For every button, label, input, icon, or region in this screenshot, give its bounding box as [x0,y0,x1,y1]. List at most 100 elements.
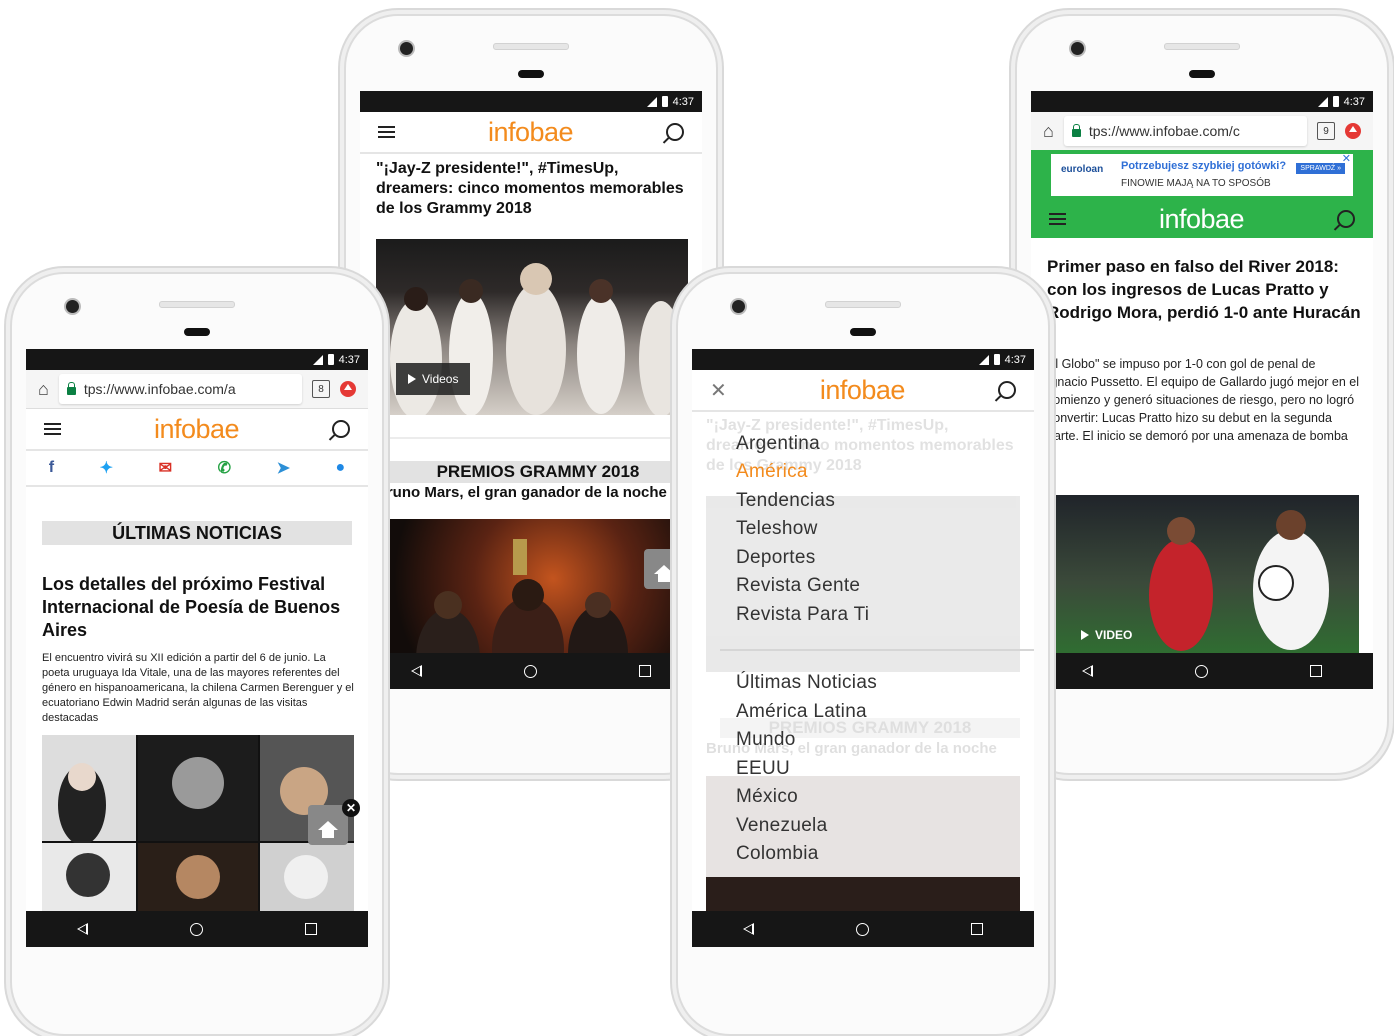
ad-brand: euroloan [1061,164,1104,175]
recents-icon[interactable] [305,923,317,935]
facebook-icon[interactable]: f [49,459,54,477]
home-icon[interactable]: ⌂ [1043,121,1054,142]
site-header: infobae [1031,200,1373,238]
menu-item-america-latina[interactable]: América Latina [736,701,867,723]
search-icon[interactable] [1337,210,1355,228]
recents-icon[interactable] [639,665,651,677]
infobae-logo[interactable]: infobae [154,414,240,445]
android-nav-bar [26,911,368,947]
banner-ad[interactable]: euroloan Potrzebujesz szybkiej gotówki? … [1031,150,1373,200]
home-icon[interactable]: ⌂ [38,379,49,400]
signal-icon [1317,96,1328,107]
video-badge-label: Videos [422,372,459,386]
tab-count-button[interactable]: 8 [312,380,330,398]
front-camera [400,42,413,55]
recents-icon[interactable] [971,923,983,935]
url-field[interactable]: tps://www.infobae.com/c [1063,116,1307,146]
article-body: El Globo" se impuso por 1-0 con gol de p… [1047,357,1359,443]
battery-icon [1332,96,1339,107]
android-nav-bar [1031,653,1373,689]
front-camera [66,300,79,313]
messenger-icon[interactable]: ● [336,459,346,477]
back-icon[interactable] [411,665,422,677]
clock: 4:37 [338,353,360,366]
home-icon [654,564,674,582]
menu-item-mundo[interactable]: Mundo [736,729,796,751]
mail-icon[interactable]: ✉ [159,458,172,478]
ad-card[interactable]: euroloan Potrzebujesz szybkiej gotówki? … [1051,152,1353,196]
hamburger-menu-icon[interactable] [1049,213,1066,225]
signal-icon [646,96,657,107]
ad-line2: FINOWIE MAJĄ NA TO SPOSÓB [1121,178,1271,189]
back-icon[interactable] [1082,665,1093,677]
phone-1-screen: 4:37 ⌂ tps://www.infobae.com/a 8 infobae… [26,349,368,947]
ad-cta[interactable]: SPRAWDŹ » [1296,163,1345,174]
phone-mockup-2: 4:37 infobae "¡Jay-Z presidente!", #Time… [344,14,718,775]
menu-item-argentina[interactable]: Argentina [736,433,820,455]
battery-icon [993,354,1000,365]
article-body: El encuentro vivirá su XII edición a par… [42,652,354,724]
infobae-logo[interactable]: infobae [820,375,906,406]
play-icon [1081,630,1089,640]
back-icon[interactable] [77,923,88,935]
lock-icon [66,381,76,395]
browser-url-bar: ⌂ tps://www.infobae.com/c 9 [1031,112,1373,151]
menu-item-teleshow[interactable]: Teleshow [736,518,818,540]
browser-menu-icon[interactable] [340,381,356,397]
home-circle-icon[interactable] [856,922,869,936]
infobae-logo[interactable]: infobae [488,117,574,148]
home-circle-icon[interactable] [1195,664,1208,678]
speaker-grill [825,301,901,308]
search-icon[interactable] [666,123,684,141]
menu-item-tendencias[interactable]: Tendencias [736,490,835,512]
article-headline[interactable]: Los detalles del próximo Festival Intern… [42,573,342,642]
telegram-icon[interactable]: ➤ [277,458,290,478]
menu-item-revista-para-ti[interactable]: Revista Para Ti [736,604,869,626]
phone-mockup-4: 4:37 ⌂ tps://www.infobae.com/c 9 euroloa… [1015,14,1389,775]
home-circle-icon[interactable] [524,664,537,678]
menu-item-revista-gente[interactable]: Revista Gente [736,575,860,597]
article-headline[interactable]: "¡Jay-Z presidente!", #TimesUp, dreamers… [376,159,690,219]
section-title: ÚLTIMAS NOTICIAS [42,521,352,545]
menu-item-eeuu[interactable]: EEUU [736,758,790,780]
url-field[interactable]: tps://www.infobae.com/a [58,374,302,404]
search-icon[interactable] [997,381,1016,399]
divider [360,437,702,439]
article-subheadline[interactable]: Bruno Mars, el gran ganador de la noche [376,484,696,501]
browser-url-bar: ⌂ tps://www.infobae.com/a 8 [26,370,368,409]
status-bar: 4:37 [1031,91,1373,112]
video-badge[interactable]: VIDEO [1069,623,1144,647]
menu-item-mexico[interactable]: México [736,786,798,808]
hamburger-menu-icon[interactable] [44,423,61,435]
signal-icon [312,354,323,365]
ad-close-icon[interactable]: ✕ [1342,152,1351,165]
recents-icon[interactable] [1310,665,1322,677]
back-icon[interactable] [743,923,754,935]
tab-count-button[interactable]: 9 [1317,122,1335,140]
menu-item-america[interactable]: América [736,461,808,483]
earpiece [1189,70,1215,78]
speaker-grill [1164,43,1240,50]
infobae-logo[interactable]: infobae [1159,204,1245,235]
hamburger-menu-icon[interactable] [378,126,395,138]
site-header: ✕ infobae [692,370,1034,412]
android-nav-bar [360,653,702,689]
article-photo-grammy[interactable]: Videos [376,239,688,419]
whatsapp-icon[interactable]: ✆ [218,458,231,478]
earpiece [184,328,210,336]
menu-item-venezuela[interactable]: Venezuela [736,815,827,837]
menu-item-colombia[interactable]: Colombia [736,843,819,865]
front-camera [1071,42,1084,55]
video-badge[interactable]: Videos [396,363,471,395]
status-bar: 4:37 [692,349,1034,370]
menu-item-deportes[interactable]: Deportes [736,547,816,569]
home-circle-icon[interactable] [190,922,203,936]
browser-menu-icon[interactable] [1345,123,1361,139]
search-icon[interactable] [332,420,350,438]
close-menu-icon[interactable]: ✕ [710,378,727,403]
article-headline[interactable]: Primer paso en falso del River 2018: con… [1047,255,1363,324]
article-photo-football[interactable]: VIDEO [1051,495,1359,655]
close-floating-icon[interactable]: ✕ [342,799,360,817]
twitter-icon[interactable]: ✦ [100,458,113,478]
menu-item-ultimas-noticias[interactable]: Últimas Noticias [736,672,877,694]
